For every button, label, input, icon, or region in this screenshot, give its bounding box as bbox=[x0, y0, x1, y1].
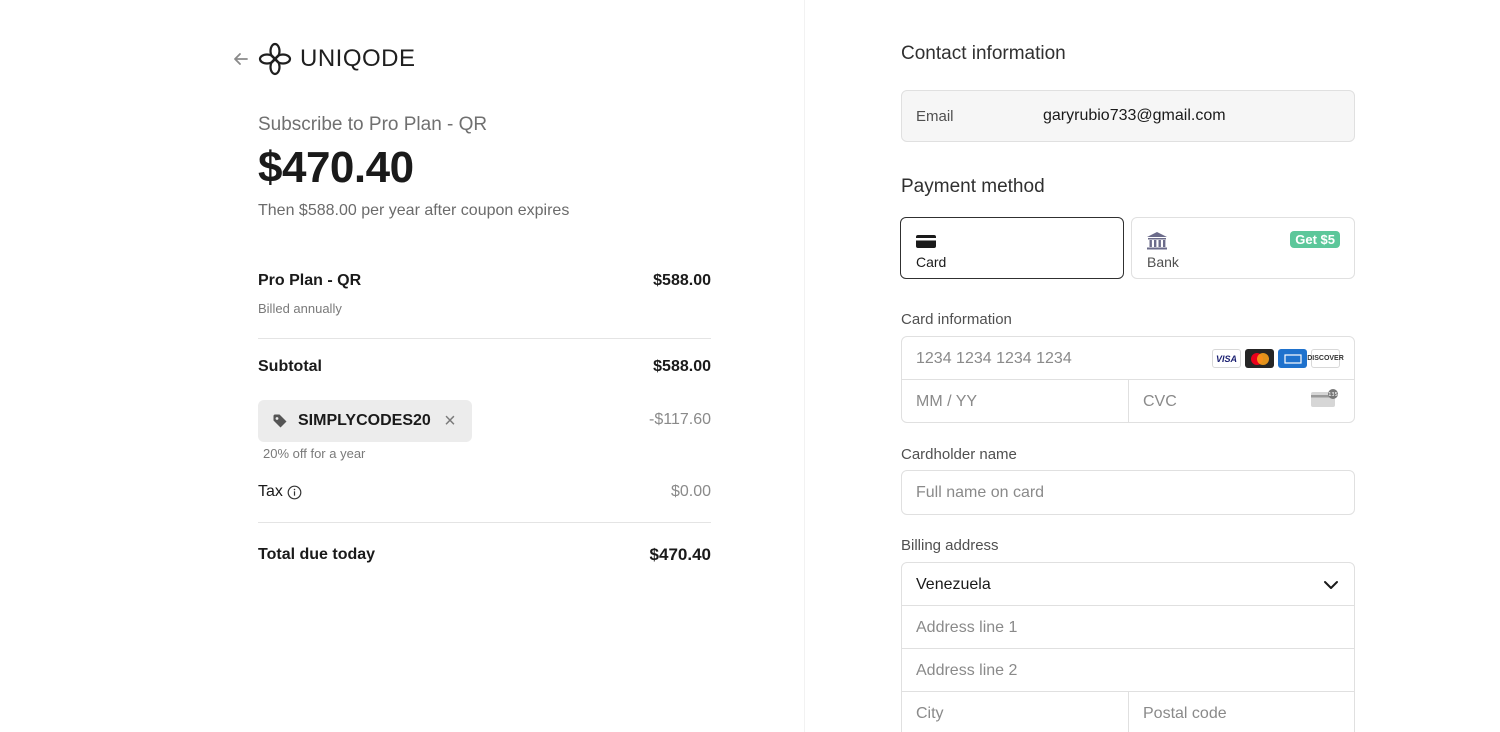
divider bbox=[258, 338, 711, 339]
subscription-title: Subscribe to Pro Plan - QR bbox=[258, 114, 488, 135]
coupon-chip: SIMPLYCODES20 × bbox=[258, 400, 472, 442]
card-info-group: 1234 1234 1234 1234 VISA DISCOVER MM / Y… bbox=[901, 336, 1355, 423]
address-line1-input[interactable]: Address line 1 bbox=[902, 606, 1356, 649]
card-brands: VISA DISCOVER bbox=[1212, 349, 1344, 368]
back-arrow-icon[interactable] bbox=[230, 48, 252, 70]
discount-amount: -$117.60 bbox=[649, 411, 711, 428]
payment-section-title: Payment method bbox=[901, 176, 1045, 197]
payment-option-bank[interactable]: Bank Get $5 bbox=[1131, 217, 1355, 279]
remove-coupon-icon[interactable]: × bbox=[440, 411, 460, 431]
tag-icon bbox=[273, 414, 287, 428]
divider bbox=[258, 522, 711, 523]
cvc-card-icon: 135 bbox=[1311, 389, 1338, 407]
mastercard-icon bbox=[1245, 349, 1274, 368]
line-item-name: Pro Plan - QR bbox=[258, 272, 362, 289]
order-summary-panel: UNIQODE Subscribe to Pro Plan - QR $470.… bbox=[0, 0, 805, 732]
svg-text:135: 135 bbox=[1328, 392, 1338, 398]
credit-card-icon bbox=[916, 235, 936, 248]
price-amount: $470.40 bbox=[258, 143, 414, 192]
line-item-amount: $588.00 bbox=[653, 272, 711, 289]
cardholder-label: Cardholder name bbox=[901, 446, 1017, 463]
total-label: Total due today bbox=[258, 546, 376, 563]
amex-icon bbox=[1278, 349, 1307, 368]
payment-option-label: Bank bbox=[1147, 254, 1179, 270]
info-icon[interactable] bbox=[287, 485, 302, 500]
cardholder-input[interactable]: Full name on card bbox=[902, 471, 1356, 515]
uniqode-logo-icon bbox=[258, 42, 292, 76]
postal-code-input[interactable]: Postal code bbox=[1129, 692, 1355, 732]
coupon-note: 20% off for a year bbox=[263, 446, 366, 461]
discount-row: -$117.60 bbox=[600, 411, 711, 429]
brand-logo[interactable]: UNIQODE bbox=[258, 41, 416, 77]
total-row: Total due today $470.40 bbox=[258, 545, 711, 565]
email-field[interactable]: Email garyrubio733@gmail.com bbox=[901, 90, 1355, 142]
country-select[interactable]: Venezuela bbox=[902, 563, 1356, 606]
billing-frequency: Billed annually bbox=[258, 301, 342, 316]
billing-address-label: Billing address bbox=[901, 537, 999, 554]
tax-label: Tax bbox=[258, 483, 283, 500]
subtotal-row: Subtotal $588.00 bbox=[258, 358, 711, 376]
cardholder-group: Full name on card bbox=[901, 470, 1355, 515]
city-input[interactable]: City bbox=[902, 692, 1128, 732]
email-label: Email bbox=[916, 107, 954, 125]
billing-address-group: Venezuela Address line 1 Address line 2 … bbox=[901, 562, 1355, 732]
total-amount: $470.40 bbox=[649, 545, 711, 564]
tax-row: Tax $0.00 bbox=[258, 483, 711, 501]
discover-icon: DISCOVER bbox=[1307, 349, 1344, 368]
payment-option-card[interactable]: Card bbox=[900, 217, 1124, 279]
panel-divider bbox=[804, 0, 805, 732]
line-item-row: Pro Plan - QR $588.00 bbox=[258, 272, 711, 290]
address-line2-input[interactable]: Address line 2 bbox=[902, 649, 1356, 692]
chevron-down-icon[interactable] bbox=[1322, 576, 1340, 594]
bank-icon bbox=[1147, 232, 1167, 250]
card-info-label: Card information bbox=[901, 311, 1012, 328]
tax-amount: $0.00 bbox=[670, 483, 711, 500]
contact-section-title: Contact information bbox=[901, 43, 1066, 64]
visa-icon: VISA bbox=[1212, 349, 1241, 368]
renewal-note: Then $588.00 per year after coupon expir… bbox=[258, 202, 570, 219]
subtotal-amount: $588.00 bbox=[653, 358, 711, 375]
coupon-code: SIMPLYCODES20 bbox=[298, 412, 431, 429]
brand-name: UNIQODE bbox=[300, 45, 416, 72]
bank-promo-badge: Get $5 bbox=[1290, 231, 1340, 248]
email-value: garyrubio733@gmail.com bbox=[1043, 107, 1226, 124]
subtotal-label: Subtotal bbox=[258, 358, 322, 375]
tax-label-group: Tax bbox=[258, 483, 302, 501]
payment-option-label: Card bbox=[916, 254, 947, 270]
expiry-input[interactable]: MM / YY bbox=[902, 380, 1128, 423]
